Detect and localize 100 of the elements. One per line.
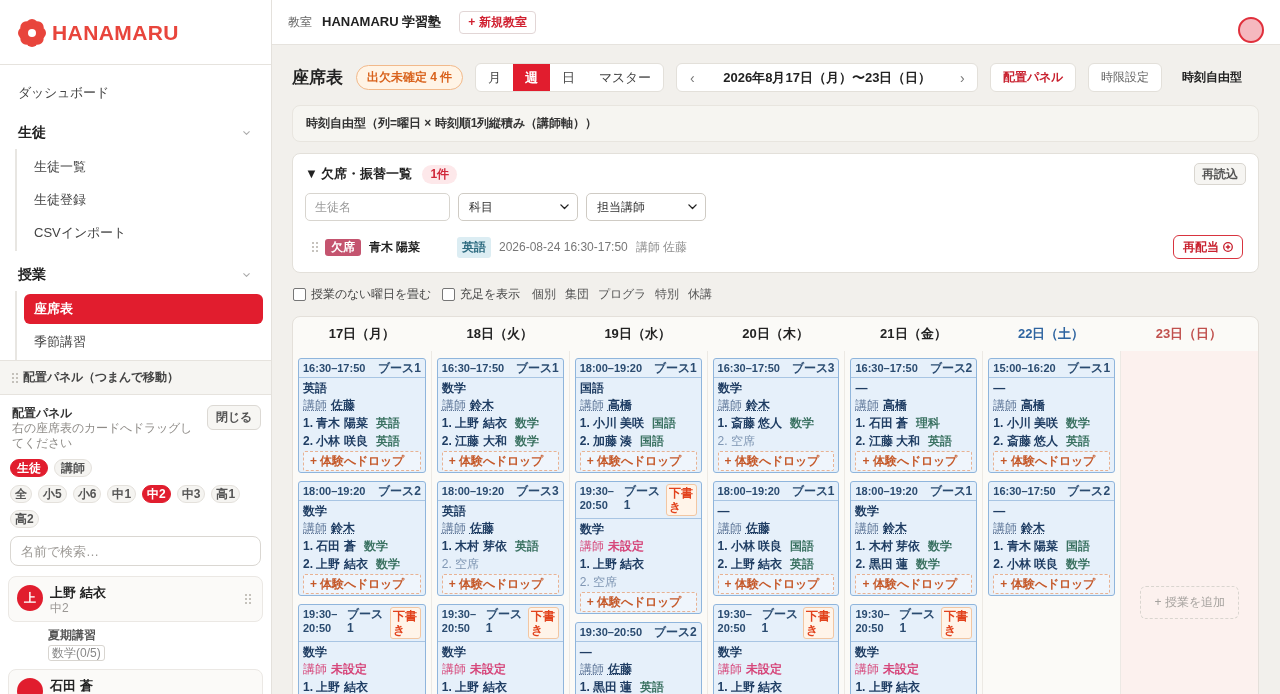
lesson-time: 16:30–17:50 (303, 361, 366, 375)
trial-drop-zone[interactable]: + 体験へドロップ (993, 574, 1111, 594)
next-week-button[interactable]: › (947, 64, 978, 91)
trial-drop-zone[interactable]: + 体験へドロップ (717, 451, 835, 471)
lesson-card[interactable]: 19:30–20:50 ブース2 — 講師 佐藤 1. 黒田 蓮 英語 (574, 622, 702, 694)
panel-tab[interactable]: 生徒 (10, 459, 48, 477)
nav-group-toggle[interactable]: 生徒 (0, 117, 271, 149)
seat-subject: 国語 (640, 433, 665, 450)
nav-item[interactable]: 座席表 (24, 294, 263, 324)
lesson-time: 19:30–20:50 (441, 607, 478, 635)
lesson-card[interactable]: 19:30–20:50 ブース1 下書き 数学 講師 未設定 1. 上野 結衣 (298, 604, 426, 694)
teacher-name: 高橋 (607, 397, 632, 414)
lesson-card[interactable]: 16:30–17:50 ブース1 英語 講師 佐藤 1. 青木 陽菜 英語 2. 小林 咲良 英語 + 体験へドロップ (298, 358, 426, 473)
trial-drop-zone[interactable]: + 体験へドロップ (717, 574, 835, 594)
lesson-subject: — (579, 644, 592, 661)
avatar-icon[interactable] (1238, 17, 1264, 43)
lesson-card[interactable]: 19:30–20:50 ブース1 下書き 数学 講師 未設定 1. 上野 結衣 2. 空席 + 体験へドロップ (574, 481, 702, 614)
teacher-text: 講師 佐藤 (635, 238, 688, 256)
trial-drop-zone[interactable]: + 体験へドロップ (579, 451, 697, 471)
teacher-label: 講師 (855, 397, 880, 414)
trial-drop-zone[interactable]: + 体験へドロップ (303, 451, 421, 471)
trial-drop-zone[interactable]: + 体験へドロップ (579, 592, 697, 612)
search-field[interactable]: 名前で検索… (10, 536, 261, 566)
nav-item[interactable]: 生徒一覧 (24, 152, 263, 182)
nav-item[interactable]: 生徒登録 (24, 185, 263, 215)
grade-filter-chip[interactable]: 全 (10, 485, 32, 503)
lesson-time: 19:30–20:50 (303, 607, 339, 635)
lesson-subject: 数学 (717, 380, 742, 397)
grade-filter-chip[interactable]: 中1 (107, 485, 137, 503)
seat-student: 1. 斎藤 悠人 (717, 415, 783, 432)
draft-badge: 下書き (941, 607, 973, 639)
lesson-card[interactable]: 16:30–17:50 ブース1 数学 講師 鈴木 1. 上野 結衣 数学 2. 江藤 大和 数学 + 体験へドロップ (436, 358, 564, 473)
reassign-button[interactable]: 再配当 (1173, 235, 1243, 259)
lesson-card[interactable]: 15:00–16:20 ブース1 — 講師 高橋 1. 小川 美咲 数学 2. 斎藤 悠人 英語 + 体験へドロップ (988, 358, 1116, 473)
view-tab[interactable]: 月 (476, 64, 514, 91)
grip-icon[interactable] (12, 372, 18, 383)
trial-drop-zone[interactable]: + 体験へドロップ (855, 451, 973, 471)
trial-drop-zone[interactable]: + 体験へドロップ (993, 451, 1111, 471)
grip-icon[interactable] (312, 242, 318, 252)
student-name-field[interactable]: 生徒名 (305, 193, 450, 221)
seat-student: 2. 小林 咲良 (303, 433, 368, 450)
lesson-card[interactable]: 16:30–17:50 ブース2 — 講師 鈴木 1. 青木 陽菜 国語 2. 小林 咲良 数学 + 体験へドロップ (988, 481, 1116, 596)
lesson-card[interactable]: 19:30–20:50 ブース1 下書き 数学 講師 未設定 1. 上野 結衣 (850, 604, 978, 694)
lesson-card[interactable]: 18:00–19:20 ブース2 数学 講師 鈴木 1. 石田 蒼 数学 2. 上野 結衣 数学 + 体験へドロップ (298, 481, 426, 596)
reload-button[interactable]: 再読込 (1194, 163, 1246, 185)
teacher-label: 講師 (717, 397, 742, 414)
teacher-select[interactable]: 担当講師 (586, 193, 706, 221)
lesson-card[interactable]: 16:30–17:50 ブース2 — 講師 高橋 1. 石田 蒼 理科 2. 江藤 大和 英語 + 体験へドロップ (850, 358, 978, 473)
panel-tab[interactable]: 講師 (54, 459, 92, 477)
teacher-label: 講師 (303, 661, 327, 678)
grip-icon[interactable] (245, 594, 251, 604)
lesson-subject: 数学 (303, 644, 327, 661)
student-card[interactable]: 石田 蒼 (8, 669, 263, 694)
lesson-card[interactable]: 16:30–17:50 ブース3 数学 講師 鈴木 1. 斎藤 悠人 数学 2. 空席 + 体験へドロップ (712, 358, 840, 473)
grade-filter-chip[interactable]: 中2 (142, 485, 171, 503)
nav-link[interactable]: ダッシュボード (0, 77, 271, 109)
view-tab[interactable]: 日 (550, 64, 588, 91)
lesson-type-label: 集団 (565, 285, 589, 303)
trial-drop-zone[interactable]: + 体験へドロップ (303, 574, 421, 594)
trial-drop-zone[interactable]: + 体験へドロップ (441, 574, 559, 594)
teacher-label: 講師 (855, 520, 880, 537)
lesson-card[interactable]: 18:00–19:20 ブース1 — 講師 佐藤 1. 小林 咲良 国語 2. 上野 結衣 英語 + 体験へドロップ (712, 481, 840, 596)
absence-list-toggle[interactable]: ▼ 欠席・振替一覧 (305, 165, 413, 183)
grade-filter-chip[interactable]: 高1 (211, 485, 241, 503)
checkbox[interactable] (293, 287, 306, 301)
seat-student: 2. 江藤 大和 (855, 433, 921, 450)
panel-drag-handle[interactable]: 配置パネル（つまんで移動） (0, 361, 271, 395)
teacher-name: 鈴木 (1021, 520, 1046, 537)
teacher-name: 佐藤 (607, 661, 632, 678)
flower-logo-icon (18, 19, 46, 47)
lesson-card[interactable]: 18:00–19:20 ブース1 数学 講師 鈴木 1. 木村 芽依 数学 2. 黒田 蓮 数学 + 体験へドロップ (850, 481, 978, 596)
view-tab[interactable]: マスター (587, 64, 664, 91)
trial-drop-zone[interactable]: + 体験へドロップ (855, 574, 973, 594)
nav-item[interactable]: CSVインポート (24, 218, 263, 248)
grade-filter-chip[interactable]: 小6 (72, 485, 102, 503)
lesson-card[interactable]: 19:30–20:50 ブース1 下書き 数学 講師 未設定 1. 上野 結衣 (712, 604, 840, 694)
student-card[interactable]: 上 上野 結衣 中2 (8, 576, 263, 622)
lesson-type-label: 個別 (532, 285, 556, 303)
lesson-subject: — (717, 503, 730, 520)
view-tab[interactable]: 週 (513, 64, 551, 91)
nav-item[interactable]: 季節講習 (24, 327, 263, 357)
previous-week-button[interactable]: ‹ (677, 64, 708, 91)
grade-filter-chip[interactable]: 高2 (10, 510, 39, 528)
new-classroom-button[interactable]: + 新規教室 (459, 10, 536, 34)
subject-select[interactable]: 科目 (458, 193, 578, 221)
nav-group-toggle[interactable]: 授業 (0, 259, 271, 291)
trial-drop-zone[interactable]: + 体験へドロップ (441, 451, 559, 471)
grade-filter-chip[interactable]: 中3 (176, 485, 206, 503)
lesson-card[interactable]: 18:00–19:20 ブース3 英語 講師 佐藤 1. 木村 芽依 英語 2. 空席 + 体験へドロップ (436, 481, 564, 596)
lesson-subject: 数学 (579, 521, 604, 538)
toolbar-button[interactable]: 配置パネル (990, 63, 1077, 92)
grade-filter-chip[interactable]: 小5 (38, 485, 67, 503)
close-button[interactable]: 閉じる (207, 405, 261, 430)
checkbox[interactable] (442, 287, 455, 301)
toolbar-button[interactable]: 時限設定 (1088, 63, 1163, 92)
lesson-time: 18:00–19:20 (579, 361, 643, 375)
booth-label: ブース1 (761, 607, 799, 635)
lesson-subject: — (993, 380, 1006, 397)
lesson-card[interactable]: 19:30–20:50 ブース1 下書き 数学 講師 未設定 1. 上野 結衣 (436, 604, 564, 694)
lesson-card[interactable]: 18:00–19:20 ブース1 国語 講師 高橋 1. 小川 美咲 国語 2. 加藤 湊 国語 + 体験へドロップ (574, 358, 702, 473)
